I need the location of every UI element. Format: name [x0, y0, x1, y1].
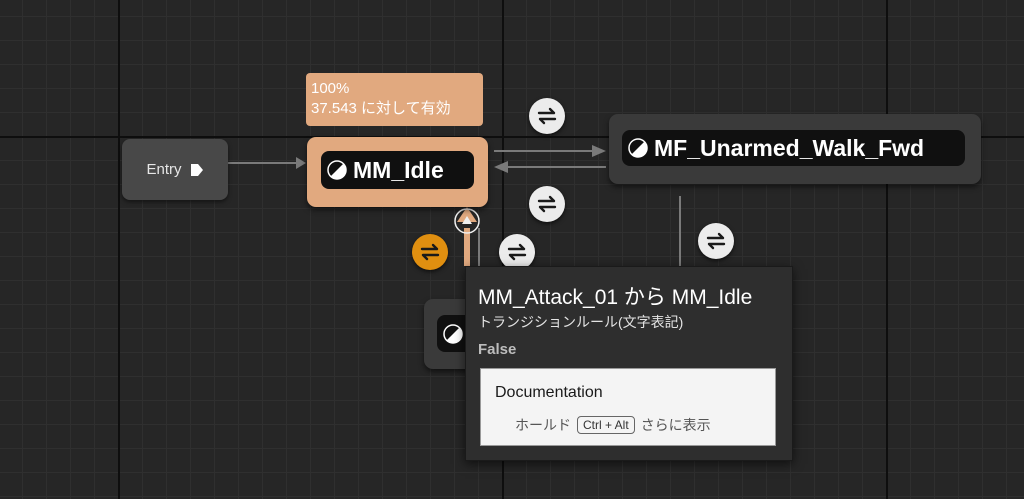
- entry-label: Entry: [146, 161, 182, 178]
- entry-node[interactable]: Entry: [122, 139, 228, 200]
- weight-percent: 100%: [311, 80, 350, 97]
- half-circle-icon: [628, 138, 648, 158]
- transition-rule-walk-to-attack[interactable]: [698, 223, 734, 259]
- documentation-title: Documentation: [495, 384, 603, 401]
- bidirectional-arrows-icon: [537, 195, 557, 213]
- transition-rule-idle-to-walk[interactable]: [529, 98, 565, 134]
- transition-weight-bubble: 100% 37.543 に対して有効: [306, 73, 483, 126]
- state-node-mf-unarmed-walk-fwd[interactable]: MF_Unarmed_Walk_Fwd: [609, 114, 981, 184]
- state-title-bar: MF_Unarmed_Walk_Fwd: [622, 130, 965, 166]
- tooltip-subtitle: トランジションルール(文字表記): [478, 314, 684, 330]
- tooltip-rule-value: False: [478, 341, 517, 358]
- bidirectional-arrows-icon: [706, 232, 726, 250]
- half-circle-icon: [443, 323, 463, 344]
- bidirectional-arrows-icon: [537, 107, 557, 125]
- entry-arrow-icon: [190, 163, 203, 176]
- transition-rule-idle-to-attack[interactable]: [412, 234, 448, 270]
- transition-rule-attack-to-idle[interactable]: [499, 234, 535, 270]
- documentation-box: Documentation ホールド Ctrl + Alt さらに表示: [480, 368, 776, 446]
- state-title-bar: MM_Idle: [321, 151, 474, 189]
- keyboard-shortcut-badge: Ctrl + Alt: [577, 416, 635, 434]
- half-circle-icon: [327, 160, 347, 180]
- bidirectional-arrows-icon: [420, 243, 440, 261]
- weight-condition: 37.543 に対して有効: [311, 100, 451, 117]
- documentation-hint: ホールド Ctrl + Alt さらに表示: [515, 415, 711, 435]
- state-label: MF_Unarmed_Walk_Fwd: [654, 134, 925, 161]
- state-label: MM_Idle: [353, 156, 444, 183]
- hint-more-text: さらに表示: [640, 417, 711, 433]
- state-node-mm-idle[interactable]: MM_Idle: [307, 137, 488, 207]
- transition-tooltip: MM_Attack_01 から MM_Idle トランジションルール(文字表記)…: [465, 266, 793, 461]
- hint-hold-text: ホールド: [515, 417, 571, 433]
- transition-rule-walk-to-idle[interactable]: [529, 186, 565, 222]
- bidirectional-arrows-icon: [507, 243, 527, 261]
- tooltip-title: MM_Attack_01 から MM_Idle: [478, 286, 753, 309]
